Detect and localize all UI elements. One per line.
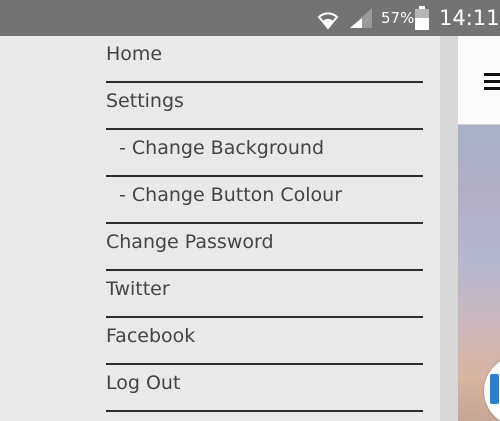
menu-item-facebook[interactable]: Facebook <box>106 318 423 365</box>
battery-percent: 57% <box>381 9 415 27</box>
status-bar: 57% 14:11 <box>0 0 500 36</box>
hamburger-icon[interactable] <box>484 73 500 93</box>
main-page[interactable] <box>458 36 500 421</box>
app-bar <box>458 36 500 125</box>
status-time: 14:11 <box>439 6 500 30</box>
menu-item-home[interactable]: Home <box>106 36 423 83</box>
menu-list: Home Settings - Change Background - Chan… <box>106 36 423 412</box>
menu-item-change-password[interactable]: Change Password <box>106 224 423 271</box>
drawer-edge <box>440 36 458 421</box>
side-menu: Home Settings - Change Background - Chan… <box>0 36 440 421</box>
menu-item-change-background[interactable]: - Change Background <box>106 130 423 177</box>
wifi-icon <box>317 12 339 30</box>
menu-item-label: - Change Button Colour <box>119 184 343 206</box>
menu-item-label: Twitter <box>106 278 170 300</box>
menu-item-log-out[interactable]: Log Out <box>106 365 423 412</box>
menu-item-settings[interactable]: Settings <box>106 83 423 130</box>
battery-icon <box>415 6 429 30</box>
menu-item-label: - Change Background <box>119 137 325 159</box>
menu-item-label: Facebook <box>106 325 196 347</box>
menu-item-label: Settings <box>106 90 184 112</box>
signal-icon <box>350 8 372 28</box>
fab-icon <box>490 374 499 404</box>
menu-item-label: Log Out <box>106 372 181 394</box>
menu-item-label: Home <box>106 43 163 65</box>
menu-item-change-button-colour[interactable]: - Change Button Colour <box>106 177 423 224</box>
menu-item-label: Change Password <box>106 231 274 253</box>
menu-item-twitter[interactable]: Twitter <box>106 271 423 318</box>
